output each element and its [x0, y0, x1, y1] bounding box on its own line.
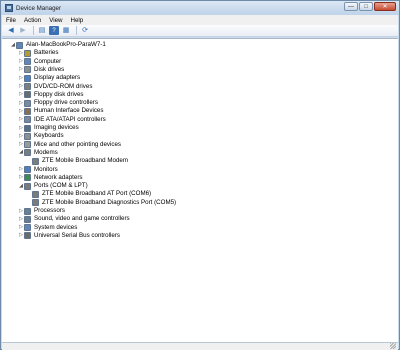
tree-child-item[interactable]: ZTE Mobile Broadband AT Port (COM6)	[26, 190, 151, 198]
tree-root[interactable]: ◢ Alan-MacBookPro-ParaW7-1	[10, 41, 106, 49]
tree-category-item[interactable]: ▷ Universal Serial Bus controllers	[18, 232, 120, 240]
device-view-icon[interactable]: ▦	[61, 26, 71, 35]
tree-category-item[interactable]: ◢ Modems	[18, 149, 58, 157]
device-manager-window: Device Manager — □ ✕ File Action View He…	[0, 0, 400, 350]
keyboard-icon	[24, 132, 31, 140]
tree-category-item[interactable]: ▷ Sound, video and game controllers	[18, 215, 130, 223]
tree-item-label: Imaging devices	[34, 124, 79, 131]
tree-category-item[interactable]: ▷ Batteries	[18, 49, 58, 57]
status-bar	[2, 342, 398, 350]
device-manager-icon	[5, 4, 13, 12]
tree-item-label: System devices	[34, 223, 78, 231]
title-bar[interactable]: Device Manager — □ ✕	[1, 1, 399, 15]
controller-icon	[24, 99, 31, 107]
tree-child-item[interactable]: ZTE Mobile Broadband Modem	[26, 157, 128, 165]
toolbar-separator	[33, 26, 34, 35]
menu-view[interactable]: View	[49, 17, 62, 24]
tree-item-label: Floppy disk drives	[34, 90, 84, 98]
mouse-icon	[24, 141, 31, 149]
resize-grip-icon[interactable]	[390, 343, 396, 349]
forward-icon[interactable]: ▶	[18, 26, 28, 35]
sound-icon	[24, 215, 31, 223]
monitor-icon	[24, 166, 31, 173]
window-title: Device Manager	[16, 4, 62, 12]
tree-item-label: ZTE Mobile Broadband Modem	[42, 157, 128, 165]
tree-item-label: DVD/CD-ROM drives	[34, 82, 93, 90]
menu-action[interactable]: Action	[24, 17, 41, 24]
computer-icon	[24, 58, 31, 66]
tree-item-label: Human Interface Devices	[34, 107, 104, 115]
properties-icon[interactable]: ▤	[37, 26, 47, 35]
tree-item-label: Network adapters	[34, 173, 83, 181]
tree-item-label: Keyboards	[34, 132, 64, 140]
tree-item-label: IDE ATA/ATAPI controllers	[34, 115, 106, 123]
hid-icon	[24, 107, 31, 115]
system-device-icon	[24, 224, 31, 232]
processor-icon	[24, 207, 31, 215]
battery-icon	[24, 49, 31, 57]
tree-item-label: Modems	[34, 148, 58, 156]
tree-item-label: Monitors	[34, 165, 58, 173]
port-icon	[32, 190, 39, 198]
tree-category-item[interactable]: ▷ System devices	[18, 224, 77, 232]
tree-category-item[interactable]: ▷ Mice and other pointing devices	[18, 141, 121, 149]
disk-drive-icon	[24, 66, 31, 74]
tree-category-item[interactable]: ▷ DVD/CD-ROM drives	[18, 83, 92, 91]
tree-item-label: Sound, video and game controllers	[34, 215, 130, 223]
floppy-icon	[24, 91, 31, 99]
help-icon[interactable]: ?	[49, 26, 59, 35]
tree-category-item[interactable]: ▷ Monitors	[18, 166, 58, 174]
maximize-button[interactable]: □	[359, 2, 373, 11]
menu-file[interactable]: File	[6, 17, 16, 24]
tree-item-label: Processors	[34, 207, 65, 214]
modem-icon	[24, 149, 31, 157]
tree-item-label: Disk drives	[34, 65, 65, 73]
device-tree[interactable]: ◢ Alan-MacBookPro-ParaW7-1 ▷ Batteries ▷ Co…	[2, 38, 398, 342]
camera-icon	[24, 124, 31, 132]
display-adapter-icon	[24, 74, 31, 82]
menu-help[interactable]: Help	[71, 17, 84, 24]
tree-item-label: Floppy drive controllers	[34, 99, 98, 107]
tree-category-item[interactable]: ◢ Ports (COM & LPT)	[18, 182, 88, 190]
network-icon	[24, 174, 31, 182]
tree-category-item[interactable]: ▷ Human Interface Devices	[18, 107, 103, 115]
tree-category-item[interactable]: ▷ Network adapters	[18, 174, 83, 182]
back-icon[interactable]: ◀	[6, 26, 16, 35]
tree-item-label: Display adapters	[34, 74, 81, 82]
tree-category-item[interactable]: ▷ Keyboards	[18, 132, 64, 140]
root-label: Alan-MacBookPro-ParaW7-1	[26, 41, 106, 48]
menu-bar: File Action View Help	[2, 15, 398, 25]
minimize-button[interactable]: —	[344, 2, 358, 11]
computer-icon	[16, 41, 23, 49]
tree-item-label: ZTE Mobile Broadband Diagnostics Port (C…	[42, 198, 177, 206]
close-button[interactable]: ✕	[374, 2, 396, 11]
tree-item-label: Ports (COM & LPT)	[34, 182, 88, 190]
dvd-drive-icon	[24, 83, 31, 90]
tree-category-item[interactable]: ▷ Processors	[18, 207, 65, 215]
tree-item-label: ZTE Mobile Broadband AT Port (COM6)	[42, 190, 152, 198]
tree-item-label: Computer	[34, 57, 62, 65]
tree-category-item[interactable]: ▷ Display adapters	[18, 74, 80, 82]
port-icon	[24, 182, 31, 190]
modem-icon	[32, 157, 39, 165]
tree-item-label: Universal Serial Bus controllers	[34, 231, 120, 239]
usb-icon	[24, 232, 31, 240]
tree-item-label: Batteries	[34, 49, 59, 57]
toolbar: ◀ ▶ ▤ ? ▦ ⟳	[2, 25, 398, 37]
tree-item-label: Mice and other pointing devices	[34, 140, 122, 148]
tree-category-item[interactable]: ▷ Floppy disk drives	[18, 91, 84, 99]
tree-category-item[interactable]: ▷ Disk drives	[18, 66, 64, 74]
toolbar-separator	[76, 26, 77, 35]
tree-child-item[interactable]: ZTE Mobile Broadband Diagnostics Port (C…	[26, 199, 176, 207]
tree-category-item[interactable]: ▷ Floppy drive controllers	[18, 99, 98, 107]
window-controls: — □ ✕	[343, 2, 396, 11]
tree-category-item[interactable]: ▷ Imaging devices	[18, 124, 79, 132]
tree-category-item[interactable]: ▷ IDE ATA/ATAPI controllers	[18, 116, 106, 124]
ide-icon	[24, 116, 31, 124]
tree-category-item[interactable]: ▷ Computer	[18, 58, 61, 66]
port-icon	[32, 199, 39, 207]
scan-icon[interactable]: ⟳	[80, 26, 90, 35]
